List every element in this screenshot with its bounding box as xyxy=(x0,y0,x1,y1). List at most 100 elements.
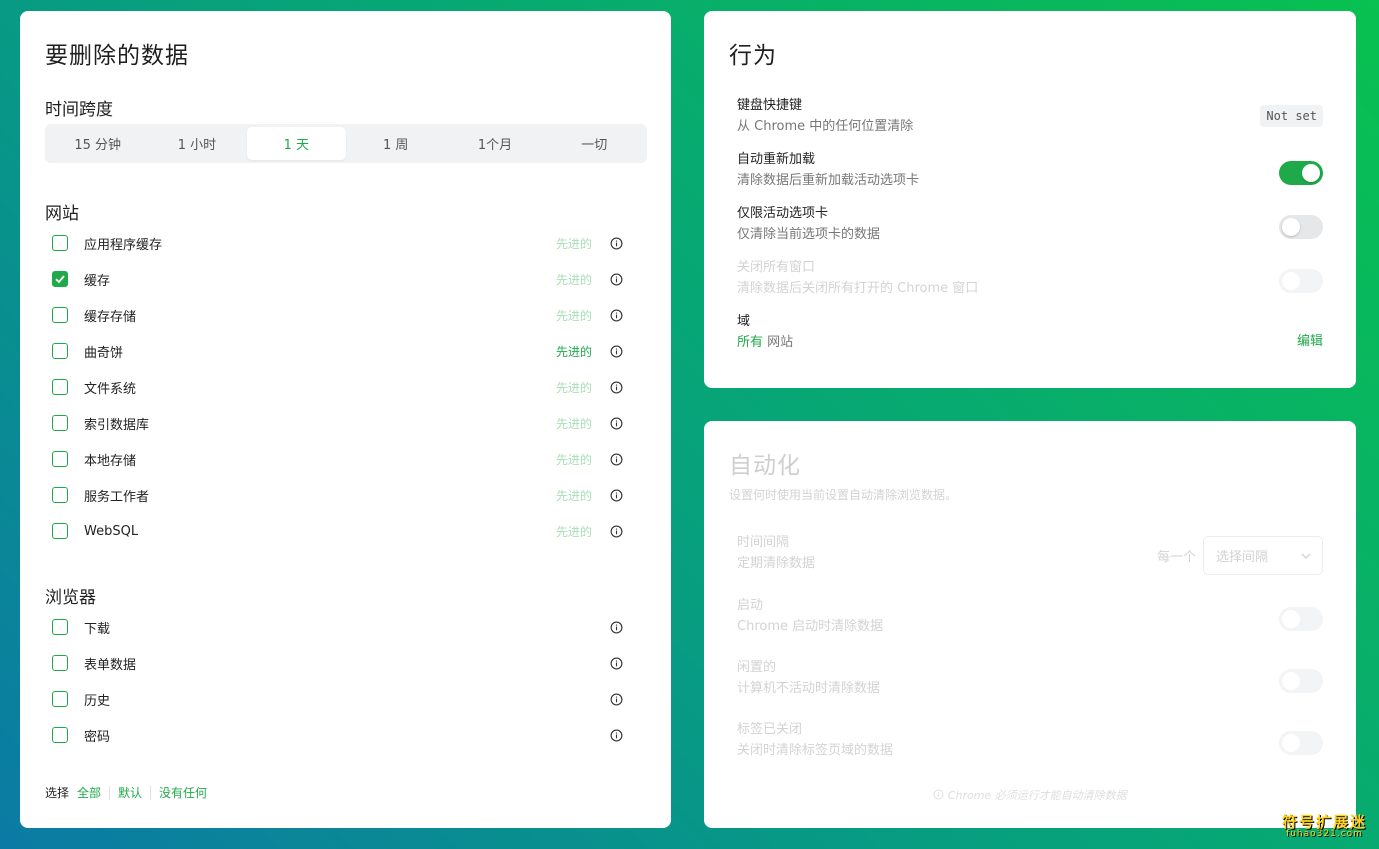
idle-row: 闲置的 计算机不活动时清除数据 xyxy=(737,659,1323,705)
time-option-1week[interactable]: 1 周 xyxy=(346,127,445,160)
websites-list: 应用程序缓存 先进的 缓存 先进的 缓存存储 先进的 曲奇饼 先进的 文件系统 … xyxy=(52,225,632,549)
list-item[interactable]: 下载 xyxy=(52,609,632,645)
list-item[interactable]: 服务工作者 先进的 xyxy=(52,477,632,513)
info-icon[interactable] xyxy=(610,693,623,706)
toggle-knob xyxy=(1282,734,1300,752)
behavior-panel: 行为 键盘快捷键 从 Chrome 中的任何位置清除 Not set 自动重新加… xyxy=(704,11,1356,388)
checkbox[interactable] xyxy=(52,379,68,395)
automation-panel-title: 自动化 xyxy=(729,453,801,479)
list-item[interactable]: 历史 xyxy=(52,681,632,717)
tab-closed-row: 标签已关闭 关闭时清除标签页域的数据 xyxy=(737,721,1323,767)
item-label: 应用程序缓存 xyxy=(84,237,163,253)
info-icon[interactable] xyxy=(610,729,623,742)
item-label: 索引数据库 xyxy=(84,417,150,433)
footer-note-text: Chrome 必须运行才能自动清除数据 xyxy=(947,789,1127,802)
option-subtitle: 计算机不活动时清除数据 xyxy=(737,681,881,696)
active-tab-only-toggle[interactable] xyxy=(1279,215,1323,239)
list-item[interactable]: 应用程序缓存 先进的 xyxy=(52,225,632,261)
info-icon[interactable] xyxy=(610,417,623,430)
interval-select-placeholder: 选择间隔 xyxy=(1216,550,1269,565)
automation-footer-note: Chrome 必须运行才能自动清除数据 xyxy=(704,787,1356,803)
checkbox[interactable] xyxy=(52,235,68,251)
list-item[interactable]: 索引数据库 先进的 xyxy=(52,405,632,441)
select-all-link[interactable]: 全部 xyxy=(77,784,101,801)
advanced-tag: 先进的 xyxy=(555,272,592,287)
list-item[interactable]: 本地存储 先进的 xyxy=(52,441,632,477)
checkbox[interactable] xyxy=(52,727,68,743)
option-subtitle: 关闭时清除标签页域的数据 xyxy=(737,743,894,758)
startup-toggle[interactable] xyxy=(1279,607,1323,631)
list-item[interactable]: 曲奇饼 先进的 xyxy=(52,333,632,369)
behavior-panel-title: 行为 xyxy=(729,43,777,69)
list-item[interactable]: 文件系统 先进的 xyxy=(52,369,632,405)
option-title: 关闭所有窗口 xyxy=(737,260,816,275)
checkbox-checked[interactable] xyxy=(52,271,68,287)
checkbox[interactable] xyxy=(52,523,68,539)
chevron-down-icon xyxy=(1301,553,1311,559)
domain-edit-link[interactable]: 编辑 xyxy=(1297,330,1323,349)
info-icon[interactable] xyxy=(610,345,623,358)
info-icon[interactable] xyxy=(610,621,623,634)
info-icon[interactable] xyxy=(610,273,623,286)
select-default-link[interactable]: 默认 xyxy=(118,784,142,801)
item-label: 密码 xyxy=(84,729,111,745)
list-item[interactable]: 密码 xyxy=(52,717,632,753)
browser-list: 下载 表单数据 历史 密码 xyxy=(52,609,632,753)
checkbox[interactable] xyxy=(52,691,68,707)
time-option-1month[interactable]: 1个月 xyxy=(445,127,544,160)
info-icon[interactable] xyxy=(610,657,623,670)
info-icon[interactable] xyxy=(610,237,623,250)
checkbox[interactable] xyxy=(52,415,68,431)
item-label: WebSQL xyxy=(84,523,139,539)
checkbox[interactable] xyxy=(52,451,68,467)
close-windows-toggle[interactable] xyxy=(1279,269,1323,293)
time-range-selector: 15 分钟 1 小时 1 天 1 周 1个月 一切 xyxy=(45,124,647,163)
browser-section-title: 浏览器 xyxy=(45,588,96,608)
info-icon[interactable] xyxy=(610,453,623,466)
list-item[interactable]: WebSQL 先进的 xyxy=(52,513,632,549)
domain-scope-highlight: 所有 xyxy=(737,335,764,350)
option-title: 自动重新加载 xyxy=(737,152,816,167)
option-title: 域 xyxy=(737,314,751,329)
shortcut-value-badge[interactable]: Not set xyxy=(1260,105,1323,127)
check-icon xyxy=(55,275,65,284)
active-tab-only-row: 仅限活动选项卡 仅清除当前选项卡的数据 xyxy=(737,205,1323,251)
item-label: 表单数据 xyxy=(84,657,137,673)
option-subtitle: Chrome 启动时清除数据 xyxy=(737,619,884,634)
site-watermark: 符号扩展迷 fuhao321.com xyxy=(1282,815,1367,839)
checkbox[interactable] xyxy=(52,307,68,323)
toggle-knob xyxy=(1282,610,1300,628)
time-option-1hour[interactable]: 1 小时 xyxy=(147,127,246,160)
time-option-all[interactable]: 一切 xyxy=(545,127,644,160)
option-title: 标签已关闭 xyxy=(737,722,803,737)
list-item[interactable]: 表单数据 xyxy=(52,645,632,681)
divider xyxy=(109,785,111,800)
time-option-1day[interactable]: 1 天 xyxy=(246,127,346,160)
advanced-tag: 先进的 xyxy=(555,524,592,539)
list-item[interactable]: 缓存存储 先进的 xyxy=(52,297,632,333)
info-icon[interactable] xyxy=(610,381,623,394)
idle-toggle[interactable] xyxy=(1279,669,1323,693)
checkbox[interactable] xyxy=(52,343,68,359)
select-none-link[interactable]: 没有任何 xyxy=(159,784,207,801)
item-label: 缓存存储 xyxy=(84,309,137,325)
interval-select[interactable]: 选择间隔 xyxy=(1203,536,1323,575)
option-title: 仅限活动选项卡 xyxy=(737,206,829,221)
item-label: 历史 xyxy=(84,693,111,709)
advanced-tag: 先进的 xyxy=(555,236,592,251)
time-range-label: 时间跨度 xyxy=(45,100,113,120)
info-icon[interactable] xyxy=(610,489,623,502)
item-label: 本地存储 xyxy=(84,453,137,469)
auto-reload-toggle[interactable] xyxy=(1279,161,1323,185)
info-icon[interactable] xyxy=(610,309,623,322)
option-subtitle: 从 Chrome 中的任何位置清除 xyxy=(737,119,914,134)
time-option-15min[interactable]: 15 分钟 xyxy=(48,127,147,160)
list-item[interactable]: 缓存 先进的 xyxy=(52,261,632,297)
item-label: 服务工作者 xyxy=(84,489,150,505)
checkbox[interactable] xyxy=(52,619,68,635)
checkbox[interactable] xyxy=(52,655,68,671)
checkbox[interactable] xyxy=(52,487,68,503)
tab-closed-toggle[interactable] xyxy=(1279,731,1323,755)
info-icon[interactable] xyxy=(610,525,623,538)
websites-section-title: 网站 xyxy=(45,204,79,224)
